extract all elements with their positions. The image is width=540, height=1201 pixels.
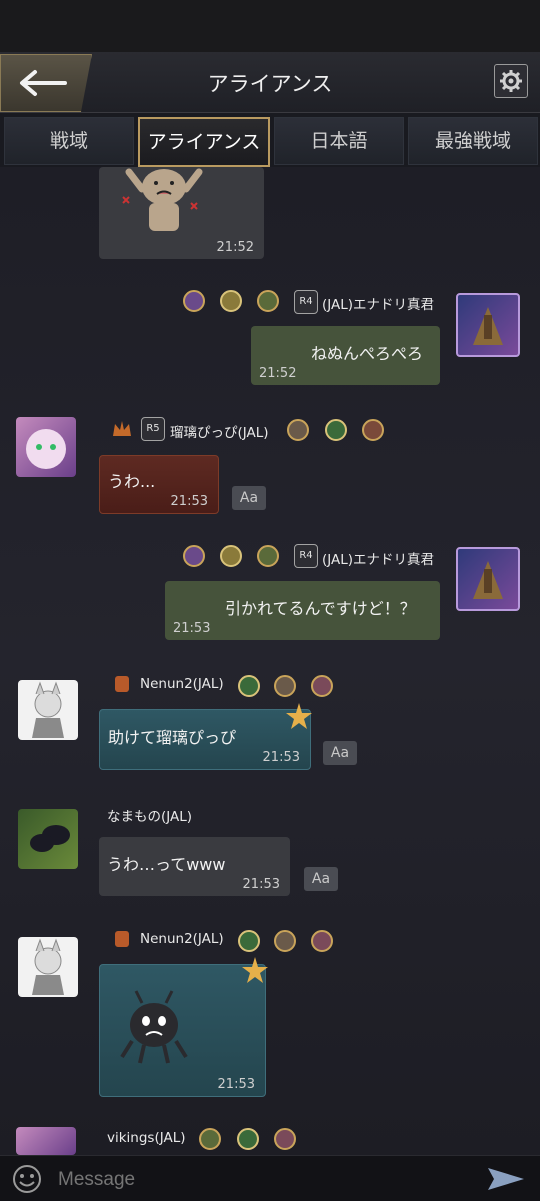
message-bubble[interactable]: うわ... 21:53 [99,455,219,514]
medal-badge-icon [286,418,310,442]
rank-badge: R4 [294,290,318,314]
sender-name[interactable]: (JAL)エナドリ真君 [322,548,434,568]
medal-badge-icon [273,674,297,698]
tab-japanese[interactable]: 日本語 [274,117,404,165]
message-time: 21:53 [170,494,208,509]
translate-button[interactable]: Aa [232,486,266,510]
wreath-badge-icon [237,674,261,698]
message-time: 21:53 [262,750,300,765]
sticker-image [122,168,203,231]
send-icon[interactable] [486,1166,526,1192]
avatar[interactable] [18,937,78,997]
message-bubble[interactable]: 助けて瑠璃ぴっぴ 21:53 [99,709,311,770]
channel-tabs: 戦域 アライアンス 日本語 最強戦域 [0,113,540,167]
rank-badge: R4 [294,544,318,568]
sticker-image [120,990,188,1064]
avatar[interactable] [16,417,76,477]
wreath-badge-icon [324,418,348,442]
sticker-bubble[interactable]: 21:52 [99,167,264,259]
avatar[interactable] [18,809,78,869]
medal-badge-icon [182,544,206,568]
tab-alliance[interactable]: アライアンス [138,117,270,167]
crest-badge-icon [361,418,385,442]
wreath-badge-icon [236,1127,260,1151]
tab-strongest-region[interactable]: 最強戦域 [408,117,538,165]
sender-name[interactable]: なまもの(JAL) [107,805,192,825]
message-input[interactable] [56,1166,460,1194]
message-text: ねぬんぺろぺろ [311,344,424,363]
message-time: 21:53 [173,621,211,636]
avatar[interactable] [18,680,78,740]
sender-name[interactable]: 瑠璃ぴっぴ(JAL) [170,421,269,441]
message-time: 21:53 [217,1077,255,1092]
message-bubble[interactable]: うわ…ってwww 21:53 [99,837,290,896]
avatar[interactable] [456,293,520,357]
wreath-badge-icon [256,289,280,313]
wreath-badge-icon [256,544,280,568]
message-input-bar [0,1155,540,1201]
message-text: 引かれてるんですけど！？ [225,599,416,618]
avatar[interactable] [16,1127,76,1155]
crown-badge-icon [219,544,243,568]
medal-badge-icon [273,929,297,953]
rank-badge: R5 [141,417,165,441]
crest-icon [110,672,134,696]
crest-badge-icon [273,1127,297,1151]
sender-name[interactable]: (JAL)エナドリ真君 [322,293,434,313]
header-bar: アライアンス [0,52,540,113]
starfish-icon [242,957,268,983]
status-bar [0,0,540,52]
medal-badge-icon [182,289,206,313]
message-text: 助けて瑠璃ぴっぴ [108,728,237,747]
crown-badge-icon [219,289,243,313]
emoji-icon[interactable] [12,1164,42,1194]
message-bubble[interactable]: ねぬんぺろぺろ 21:52 [251,326,440,385]
message-time: 21:53 [242,877,280,892]
avatar[interactable] [456,547,520,611]
translate-button[interactable]: Aa [304,867,338,891]
settings-button[interactable] [494,64,528,98]
crest-badge-icon [310,929,334,953]
gear-icon [500,70,522,92]
chat-area[interactable]: 21:52 R4 (JAL)エナドリ真君 ねぬんぺろぺろ 21:52 R5 瑠璃… [0,167,540,1155]
sender-name[interactable]: Nenun2(JAL) [140,676,224,692]
message-bubble[interactable]: 引かれてるんですけど！？ 21:53 [165,581,440,640]
crest-badge-icon [310,674,334,698]
wreath-badge-icon [237,929,261,953]
crown-icon [110,417,134,441]
starfish-icon [286,703,312,729]
message-text: うわ…ってwww [107,855,226,874]
tab-region[interactable]: 戦域 [4,117,134,165]
translate-button[interactable]: Aa [323,741,357,765]
sender-name[interactable]: vikings(JAL) [107,1130,186,1146]
page-title: アライアンス [207,72,333,96]
message-text: うわ... [108,472,156,491]
message-time: 21:52 [259,366,297,381]
crest-icon [110,927,134,951]
wreath-badge-icon [198,1127,222,1151]
sender-name[interactable]: Nenun2(JAL) [140,931,224,947]
message-time: 21:52 [216,240,254,255]
